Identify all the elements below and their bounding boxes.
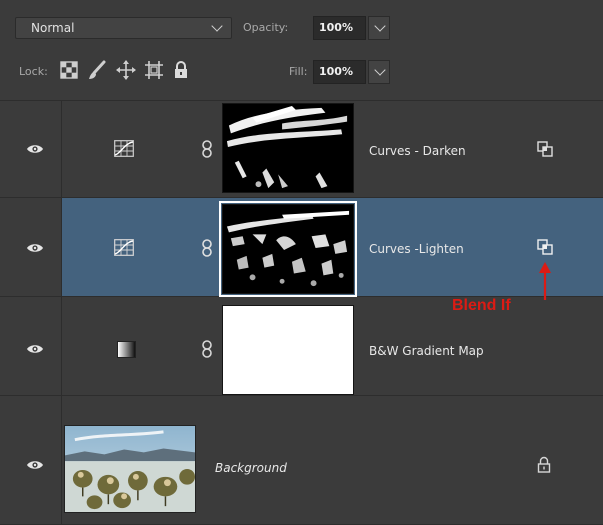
blend-mode-value: Normal xyxy=(31,21,75,35)
lock-fill-row: Lock: Fill: 100% xyxy=(0,45,603,101)
eye-icon[interactable] xyxy=(26,242,44,254)
layer-name[interactable]: B&W Gradient Map xyxy=(369,344,484,358)
link-chain-icon[interactable] xyxy=(202,340,212,358)
fill-dropdown-button[interactable] xyxy=(368,60,390,84)
lock-artboard-icon[interactable] xyxy=(143,59,165,81)
fill-value: 100% xyxy=(319,65,353,78)
lock-position-icon[interactable] xyxy=(115,59,137,81)
opacity-value: 100% xyxy=(319,21,353,34)
layer-name[interactable]: Background xyxy=(215,461,287,475)
annotation-arrow-icon xyxy=(539,262,551,300)
chevron-down-icon xyxy=(211,20,223,32)
eye-icon[interactable] xyxy=(26,459,44,471)
opacity-input[interactable]: 100% xyxy=(313,16,366,40)
eye-icon[interactable] xyxy=(26,343,44,355)
layer-row-gradient-map[interactable]: B&W Gradient Map xyxy=(0,297,603,396)
blend-if-icon[interactable] xyxy=(537,239,553,255)
fill-label: Fill: xyxy=(289,65,308,78)
lock-all-icon[interactable] xyxy=(170,59,192,81)
gradient-map-adjustment-icon[interactable] xyxy=(117,341,136,358)
layer-name[interactable]: Curves - Darken xyxy=(369,144,466,158)
blend-if-icon[interactable] xyxy=(537,141,553,157)
link-chain-icon[interactable] xyxy=(202,239,212,257)
blend-opacity-row: Normal Opacity: 100% xyxy=(0,0,603,45)
eye-icon[interactable] xyxy=(26,143,44,155)
lock-image-pixels-icon[interactable] xyxy=(87,59,109,81)
lock-transparent-pixels-icon[interactable] xyxy=(58,59,80,81)
layer-mask-thumbnail[interactable] xyxy=(222,103,354,193)
chevron-down-icon xyxy=(374,64,386,76)
fill-input[interactable]: 100% xyxy=(313,60,366,84)
layer-row-curves-lighten[interactable]: Curves -Lighten xyxy=(0,198,603,297)
opacity-label: Opacity: xyxy=(243,21,289,34)
blend-mode-select[interactable]: Normal xyxy=(15,17,232,39)
layer-row-curves-darken[interactable]: Curves - Darken xyxy=(0,100,603,198)
curves-adjustment-icon[interactable] xyxy=(114,140,134,157)
chevron-down-icon xyxy=(374,20,386,32)
curves-adjustment-icon[interactable] xyxy=(114,239,134,256)
layers-panel: Normal Opacity: 100% Lock: Fill: 100% Cu… xyxy=(0,0,603,525)
layer-mask-thumbnail[interactable] xyxy=(219,201,357,297)
lock-icon[interactable] xyxy=(537,456,551,473)
link-chain-icon[interactable] xyxy=(202,140,212,158)
lock-label: Lock: xyxy=(19,65,48,78)
blend-if-annotation: Blend If xyxy=(452,297,511,314)
layer-name[interactable]: Curves -Lighten xyxy=(369,242,464,256)
layer-mask-thumbnail[interactable] xyxy=(222,305,354,395)
opacity-dropdown-button[interactable] xyxy=(368,16,390,40)
background-image-thumbnail[interactable] xyxy=(64,425,196,513)
